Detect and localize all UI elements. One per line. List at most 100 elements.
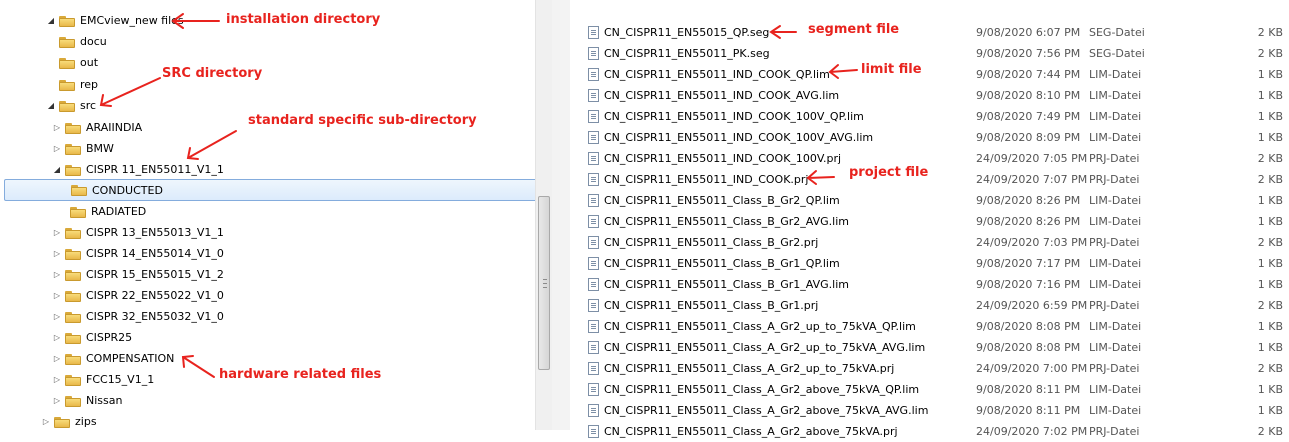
file-row[interactable]: CN_CISPR11_EN55011_Class_B_Gr1_AVG.lim 9/… — [570, 274, 1289, 295]
collapsed-arrow-icon[interactable]: ▷ — [52, 396, 62, 405]
file-row[interactable]: CN_CISPR11_EN55011_Class_B_Gr2_AVG.lim 9/… — [570, 211, 1289, 232]
tree-item-label: CISPR 11_EN55011_V1_1 — [86, 163, 224, 176]
file-row[interactable]: CN_CISPR11_EN55011_IND_COOK_100V_AVG.lim… — [570, 127, 1289, 148]
file-date: 24/09/2020 7:00 PM — [976, 362, 1088, 375]
folder-icon — [59, 15, 75, 27]
file-icon — [588, 341, 599, 354]
tree-item-araiindia[interactable]: ▷ ARAIINDIA — [52, 117, 142, 138]
tree-item-label: COMPENSATION — [86, 352, 175, 365]
file-icon — [588, 68, 599, 81]
collapsed-arrow-icon[interactable]: ▷ — [52, 333, 62, 342]
annotation-limit-file: limit file — [861, 62, 922, 77]
tree-item-compensation[interactable]: ▷ COMPENSATION — [52, 348, 174, 369]
annotation-hardware-related: hardware related files — [219, 367, 382, 382]
tree-item-label: CISPR 14_EN55014_V1_0 — [86, 247, 224, 260]
tree-item-cispr22[interactable]: ▷ CISPR 22_EN55022_V1_0 — [52, 285, 224, 306]
file-row[interactable]: CN_CISPR11_EN55011_Class_A_Gr2_up_to_75k… — [570, 358, 1289, 379]
file-size: 1 KB — [1257, 404, 1283, 417]
file-type: PRJ-Datei — [1089, 152, 1140, 165]
file-row[interactable]: CN_CISPR11_EN55011_Class_B_Gr2.prj 24/09/… — [570, 232, 1289, 253]
file-row[interactable]: CN_CISPR11_EN55011_IND_COOK_100V_QP.lim 9… — [570, 106, 1289, 127]
file-row[interactable]: CN_CISPR11_EN55011_Class_A_Gr2_up_to_75k… — [570, 316, 1289, 337]
expanded-arrow-icon[interactable]: ◢ — [46, 101, 56, 110]
pane-divider[interactable] — [552, 0, 570, 430]
file-name: CN_CISPR11_EN55011_Class_B_Gr2.prj — [604, 236, 819, 249]
folder-icon — [65, 353, 81, 365]
tree-item-radiated[interactable]: RADIATED — [70, 201, 146, 222]
file-name: CN_CISPR11_EN55011_Class_B_Gr1_QP.lim — [604, 257, 840, 270]
tree-item-label: out — [80, 56, 99, 69]
file-type: PRJ-Datei — [1089, 236, 1140, 249]
folder-icon — [65, 248, 81, 260]
file-type: PRJ-Datei — [1089, 362, 1140, 375]
tree-item-zips[interactable]: ▷ zips — [41, 411, 97, 432]
annotation-installation-directory: installation directory — [226, 12, 381, 27]
file-row[interactable]: CN_CISPR11_EN55015_QP.seg 9/08/2020 6:07 … — [570, 22, 1289, 43]
tree-item-rep[interactable]: rep — [59, 74, 98, 95]
collapsed-arrow-icon[interactable]: ▷ — [52, 123, 62, 132]
tree-item-nissan[interactable]: ▷ Nissan — [52, 390, 123, 411]
file-row[interactable]: CN_CISPR11_EN55011_Class_B_Gr1.prj 24/09/… — [570, 295, 1289, 316]
tree-item-fcc15[interactable]: ▷ FCC15_V1_1 — [52, 369, 154, 390]
file-row[interactable]: CN_CISPR11_EN55011_IND_COOK_QP.lim 9/08/2… — [570, 64, 1289, 85]
folder-icon — [65, 122, 81, 134]
collapsed-arrow-icon[interactable]: ▷ — [52, 375, 62, 384]
expanded-arrow-icon[interactable]: ◢ — [46, 16, 56, 25]
file-size: 2 KB — [1257, 152, 1283, 165]
tree-item-docu[interactable]: docu — [59, 31, 107, 52]
file-date: 9/08/2020 8:08 PM — [976, 320, 1081, 333]
file-row[interactable]: CN_CISPR11_EN55011_Class_B_Gr1_QP.lim 9/0… — [570, 253, 1289, 274]
collapsed-arrow-icon[interactable]: ▷ — [41, 417, 51, 426]
tree-item-cispr32[interactable]: ▷ CISPR 32_EN55032_V1_0 — [52, 306, 224, 327]
collapsed-arrow-icon[interactable]: ▷ — [52, 249, 62, 258]
collapsed-arrow-icon[interactable]: ▷ — [52, 354, 62, 363]
tree-item-emcview-new-files[interactable]: ◢ EMCview_new files — [46, 10, 184, 31]
file-date: 9/08/2020 8:26 PM — [976, 194, 1081, 207]
file-name: CN_CISPR11_EN55011_IND_COOK_100V_AVG.lim — [604, 131, 874, 144]
file-size: 1 KB — [1257, 89, 1283, 102]
file-row[interactable]: CN_CISPR11_EN55011_Class_A_Gr2_above_75k… — [570, 421, 1289, 442]
file-icon — [588, 383, 599, 396]
file-size: 2 KB — [1257, 425, 1283, 438]
file-icon — [588, 47, 599, 60]
tree-item-cispr15[interactable]: ▷ CISPR 15_EN55015_V1_2 — [52, 264, 224, 285]
tree-item-conducted[interactable]: CONDUCTED — [4, 179, 546, 201]
file-icon — [588, 173, 599, 186]
collapsed-arrow-icon[interactable]: ▷ — [52, 228, 62, 237]
tree-item-cispr13[interactable]: ▷ CISPR 13_EN55013_V1_1 — [52, 222, 224, 243]
tree-item-cispr11[interactable]: ◢ CISPR 11_EN55011_V1_1 — [52, 159, 224, 180]
file-row[interactable]: CN_CISPR11_EN55011_IND_COOK.prj 24/09/202… — [570, 169, 1289, 190]
file-size: 1 KB — [1257, 257, 1283, 270]
file-row[interactable]: CN_CISPR11_EN55011_Class_A_Gr2_above_75k… — [570, 400, 1289, 421]
file-date: 9/08/2020 6:07 PM — [976, 26, 1081, 39]
file-size: 1 KB — [1257, 320, 1283, 333]
file-date: 9/08/2020 7:16 PM — [976, 278, 1081, 291]
tree-item-label: EMCview_new files — [80, 14, 184, 27]
file-type: LIM-Datei — [1089, 68, 1142, 81]
tree-item-cispr25[interactable]: ▷ CISPR25 — [52, 327, 132, 348]
file-row[interactable]: CN_CISPR11_EN55011_IND_COOK_100V.prj 24/0… — [570, 148, 1289, 169]
file-row[interactable]: CN_CISPR11_EN55011_IND_COOK_AVG.lim 9/08/… — [570, 85, 1289, 106]
collapsed-arrow-icon[interactable]: ▷ — [52, 291, 62, 300]
file-name: CN_CISPR11_EN55011_Class_B_Gr2_QP.lim — [604, 194, 840, 207]
file-name: CN_CISPR11_EN55011_IND_COOK_QP.lim — [604, 68, 830, 81]
file-row[interactable]: CN_CISPR11_EN55011_Class_A_Gr2_up_to_75k… — [570, 337, 1289, 358]
collapsed-arrow-icon[interactable]: ▷ — [52, 144, 62, 153]
tree-item-src[interactable]: ◢ src — [46, 95, 96, 116]
collapsed-arrow-icon[interactable]: ▷ — [52, 270, 62, 279]
tree-item-out[interactable]: out — [59, 52, 98, 73]
file-date: 24/09/2020 7:07 PM — [976, 173, 1088, 186]
file-name: CN_CISPR11_EN55015_QP.seg — [604, 26, 770, 39]
folder-icon — [65, 290, 81, 302]
tree-item-bmw[interactable]: ▷ BMW — [52, 138, 114, 159]
file-date: 9/08/2020 8:11 PM — [976, 383, 1081, 396]
collapsed-arrow-icon[interactable]: ▷ — [52, 312, 62, 321]
tree-item-cispr14[interactable]: ▷ CISPR 14_EN55014_V1_0 — [52, 243, 224, 264]
expanded-arrow-icon[interactable]: ◢ — [52, 165, 62, 174]
file-row[interactable]: CN_CISPR11_EN55011_Class_B_Gr2_QP.lim 9/0… — [570, 190, 1289, 211]
tree-item-label: RADIATED — [91, 205, 147, 218]
file-name: CN_CISPR11_EN55011_Class_B_Gr2_AVG.lim — [604, 215, 849, 228]
file-type: LIM-Datei — [1089, 404, 1142, 417]
file-row[interactable]: CN_CISPR11_EN55011_Class_A_Gr2_above_75k… — [570, 379, 1289, 400]
file-row[interactable]: CN_CISPR11_EN55011_PK.seg 9/08/2020 7:56 … — [570, 43, 1289, 64]
